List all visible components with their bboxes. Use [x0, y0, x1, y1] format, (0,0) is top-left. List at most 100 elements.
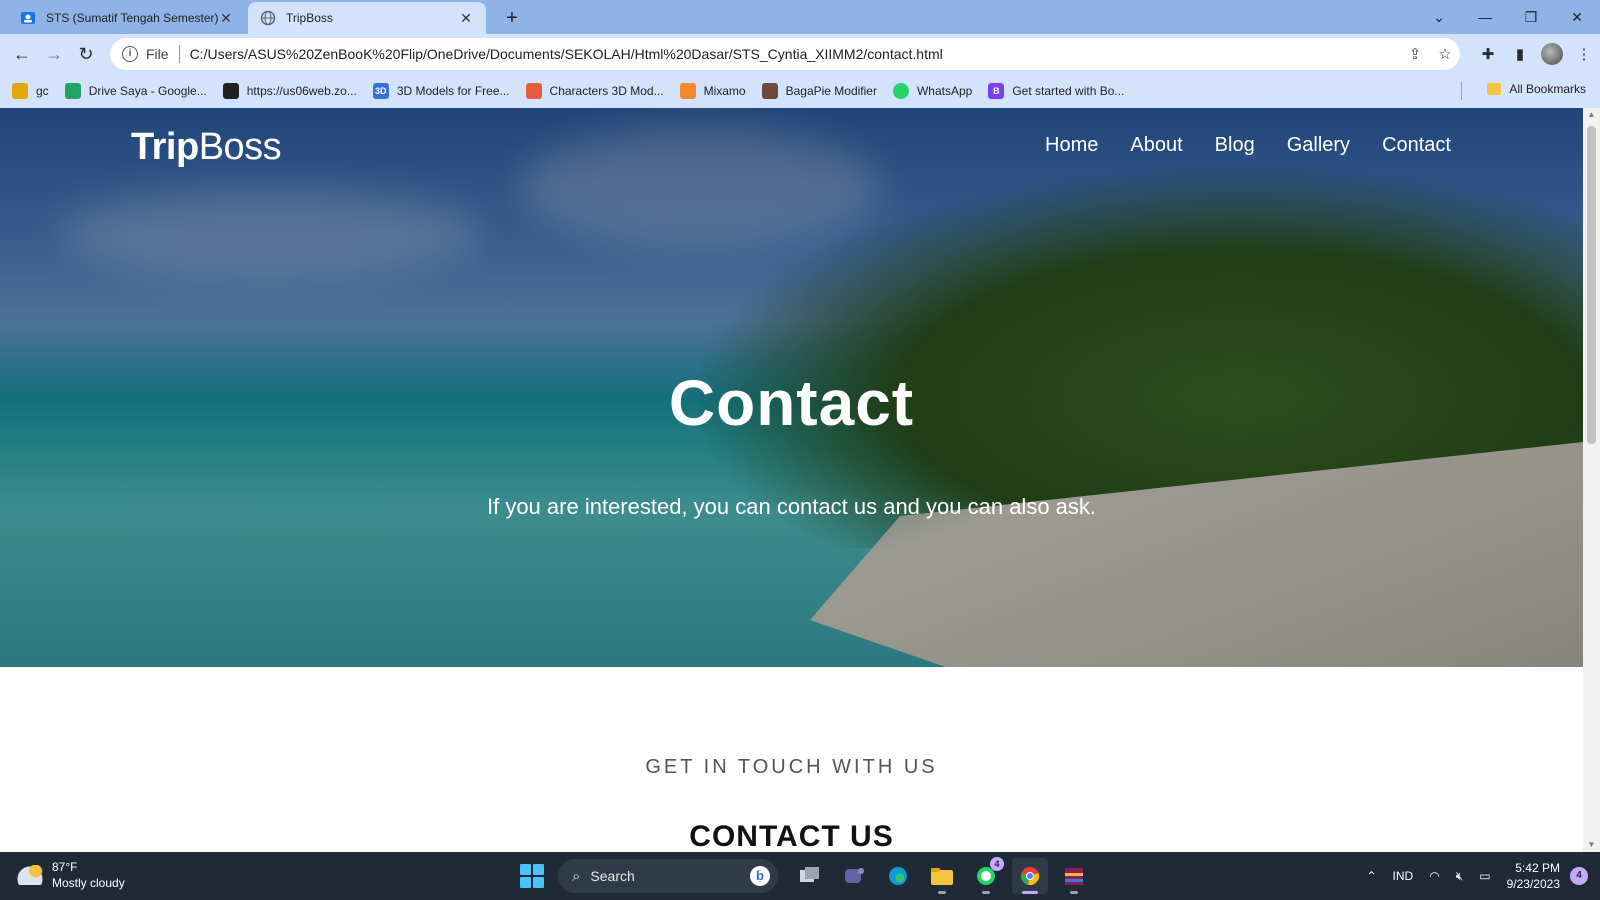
bookmark-star-icon[interactable]: ☆	[1430, 45, 1460, 63]
drive-icon	[64, 83, 81, 99]
bookmark-item[interactable]: Drive Saya - Google...	[64, 83, 207, 99]
characters-icon	[525, 83, 542, 99]
bookmark-item[interactable]: WhatsApp	[892, 83, 972, 99]
bagapie-icon	[761, 83, 778, 99]
site-info-icon[interactable]: i	[122, 46, 138, 62]
scroll-thumb[interactable]	[1587, 126, 1596, 444]
bookmark-label: Drive Saya - Google...	[88, 84, 207, 98]
bookmark-item[interactable]: Mixamo	[679, 83, 746, 99]
scroll-up-icon[interactable]: ▲	[1583, 108, 1600, 122]
back-button[interactable]: ←	[8, 40, 36, 68]
whatsapp-icon	[892, 83, 909, 99]
tab-tripboss[interactable]: TripBoss ✕	[248, 2, 486, 34]
tab-title: TripBoss	[286, 11, 333, 25]
wifi-icon[interactable]: ◠	[1429, 869, 1439, 883]
url-text[interactable]: C:/Users/ASUS%20ZenBooK%20Flip/OneDrive/…	[190, 46, 1400, 62]
running-indicator	[938, 891, 946, 894]
profile-avatar[interactable]	[1541, 43, 1563, 65]
page-scrollbar[interactable]: ▲ ▼	[1583, 108, 1600, 852]
clock[interactable]: 5:42 PM 9/23/2023	[1507, 860, 1560, 892]
3d-models-icon: 3D	[372, 83, 389, 99]
edge-icon[interactable]	[880, 858, 916, 894]
teams-icon[interactable]	[836, 858, 872, 894]
taskbar: 87°F Mostly cloudy ⌕ Search b 4 ⌃ IND ◠ …	[0, 852, 1600, 900]
language-indicator[interactable]: IND	[1393, 869, 1414, 883]
mixamo-icon	[679, 83, 696, 99]
taskbar-search[interactable]: ⌕ Search b	[558, 859, 778, 893]
bookmark-item[interactable]: gc	[12, 83, 49, 99]
bookmark-label: Characters 3D Mod...	[549, 84, 664, 98]
winrar-icon[interactable]	[1056, 858, 1092, 894]
close-window-button[interactable]: ✕	[1554, 0, 1600, 34]
tab-search-icon[interactable]: ⌄	[1416, 0, 1462, 34]
file-explorer-icon[interactable]	[924, 858, 960, 894]
scroll-down-icon[interactable]: ▼	[1583, 838, 1600, 852]
nav-contact[interactable]: Contact	[1382, 134, 1451, 157]
site-nav: Home About Blog Gallery Contact	[1013, 134, 1451, 157]
start-button[interactable]	[520, 864, 544, 888]
address-bar[interactable]: i File C:/Users/ASUS%20ZenBooK%20Flip/On…	[110, 38, 1460, 70]
section-kicker: GET IN TOUCH WITH US	[645, 756, 938, 778]
volume-muted-icon[interactable]: 🔇︎	[1456, 869, 1464, 884]
tab-strip: STS (Sumatif Tengah Semester) C ✕ TripBo…	[0, 0, 1600, 34]
running-indicator	[1070, 891, 1078, 894]
side-panel-icon[interactable]: ▮	[1504, 40, 1536, 68]
nav-about[interactable]: About	[1130, 134, 1182, 157]
bookmark-item[interactable]: B Get started with Bo...	[988, 83, 1124, 99]
new-tab-button[interactable]: +	[498, 4, 526, 32]
share-icon[interactable]: ⇪	[1400, 45, 1430, 63]
reload-button[interactable]: ↻	[72, 40, 100, 68]
url-scheme: File	[146, 46, 169, 62]
all-bookmarks-label: All Bookmarks	[1509, 82, 1586, 96]
logo-bold-text: Trip	[131, 126, 199, 168]
clock-time: 5:42 PM	[1515, 861, 1560, 875]
menu-icon[interactable]: ⋮	[1568, 40, 1600, 68]
search-icon: ⌕	[572, 867, 581, 885]
bookmark-label: 3D Models for Free...	[396, 84, 510, 98]
tab-sts[interactable]: STS (Sumatif Tengah Semester) C ✕	[8, 2, 246, 34]
nav-blog[interactable]: Blog	[1215, 134, 1255, 157]
window-controls: ⌄ — ❐ ✕	[1416, 0, 1600, 34]
page-viewport: TripBoss Home About Blog Gallery Contact…	[0, 108, 1583, 852]
whatsapp-app-icon[interactable]: 4	[968, 857, 1004, 894]
divider	[1461, 82, 1462, 100]
bookmark-icon	[12, 83, 28, 99]
running-indicator	[982, 891, 990, 894]
hero-subtitle: If you are interested, you can contact u…	[486, 494, 1097, 519]
bing-icon[interactable]: b	[750, 866, 770, 886]
tab-title: STS (Sumatif Tengah Semester) C	[46, 11, 218, 25]
site-logo[interactable]: TripBoss	[131, 126, 282, 169]
nav-gallery[interactable]: Gallery	[1287, 134, 1350, 157]
divider	[178, 45, 180, 63]
extensions-icon[interactable]: ✚	[1472, 40, 1504, 68]
hero-banner: TripBoss Home About Blog Gallery Contact…	[0, 108, 1583, 667]
close-icon[interactable]: ✕	[218, 10, 234, 27]
notification-count[interactable]: 4	[1570, 867, 1588, 885]
weather-widget[interactable]: 87°F Mostly cloudy	[16, 859, 125, 891]
bookmark-label: BagaPie Modifier	[785, 84, 877, 98]
restore-button[interactable]: ❐	[1508, 0, 1554, 34]
notification-badge: 4	[990, 857, 1004, 871]
contacts-icon	[20, 10, 36, 26]
weather-description: Mostly cloudy	[52, 876, 125, 890]
bookmark-item[interactable]: 3D 3D Models for Free...	[372, 83, 510, 99]
battery-icon[interactable]: ▭	[1479, 869, 1490, 883]
forward-button[interactable]: →	[40, 40, 68, 68]
running-indicator	[1022, 891, 1038, 894]
logo-light-text: Boss	[198, 126, 282, 168]
hero-title: Contact	[668, 367, 915, 439]
chevron-up-icon[interactable]: ⌃	[1366, 869, 1376, 883]
nav-home[interactable]: Home	[1045, 134, 1098, 157]
section-title: CONTACT US	[689, 820, 894, 852]
close-icon[interactable]: ✕	[458, 10, 474, 27]
search-placeholder: Search	[590, 868, 635, 884]
chrome-icon[interactable]	[1012, 858, 1048, 894]
bookmark-item[interactable]: https://us06web.zo...	[222, 83, 357, 99]
all-bookmarks-button[interactable]: All Bookmarks	[1487, 82, 1586, 96]
minimize-button[interactable]: —	[1462, 0, 1508, 34]
bookmark-item[interactable]: BagaPie Modifier	[761, 83, 877, 99]
task-view-icon[interactable]	[792, 858, 828, 894]
bookmark-item[interactable]: Characters 3D Mod...	[525, 83, 664, 99]
zoom-icon	[222, 83, 239, 99]
weather-temperature: 87°F	[52, 860, 78, 874]
